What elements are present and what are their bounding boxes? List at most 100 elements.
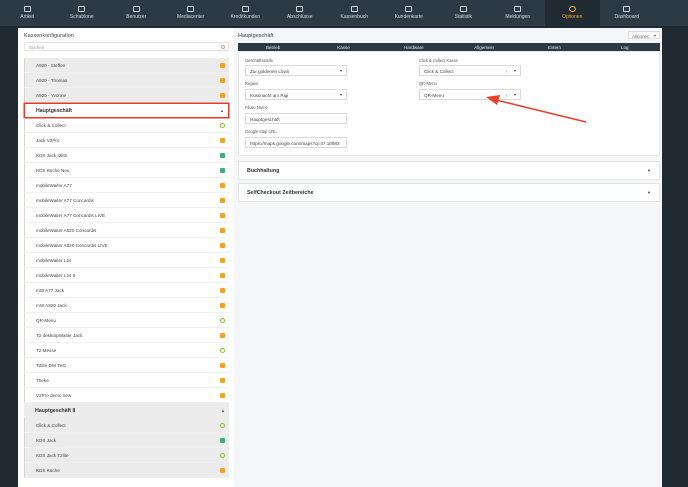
chevron-down-icon bbox=[340, 94, 342, 96]
box-icon bbox=[23, 6, 31, 12]
list-item[interactable]: mobileWaiter A920 Concardis bbox=[24, 223, 229, 238]
list-item-label: mW A920 Jack bbox=[36, 302, 67, 308]
search-icon bbox=[221, 45, 225, 49]
nav-item-4[interactable]: Kreditkunden bbox=[218, 0, 273, 26]
group-label: Hauptgeschäft II bbox=[35, 407, 76, 414]
list-item[interactable]: KDS Küche bbox=[24, 463, 229, 478]
list-item-label: Click & Collect bbox=[36, 122, 66, 128]
list-item[interactable]: mobileWaiter A77 Concardis LIVE bbox=[24, 208, 229, 223]
search-input[interactable]: Suchen bbox=[24, 42, 229, 51]
section-label: Buchhaltung bbox=[247, 167, 280, 174]
clear-icon[interactable]: × bbox=[505, 93, 508, 98]
status-badge-icon bbox=[220, 242, 225, 248]
cashbook-icon bbox=[350, 6, 358, 12]
status-badge-icon bbox=[220, 392, 225, 398]
list-item[interactable]: T2 desktopWaiter Jack bbox=[24, 328, 229, 343]
chevron-up-icon: ▲ bbox=[221, 408, 225, 413]
nav-item-11[interactable]: Dashboard bbox=[600, 0, 655, 26]
nav-item-2[interactable]: Benutzer bbox=[109, 0, 164, 26]
list-item[interactable]: KDS Jack T2lite bbox=[24, 448, 229, 463]
group-header[interactable]: Hauptgeschäft II ▲ bbox=[24, 403, 229, 418]
section-selfcheckout[interactable]: SelfCheckout Zeitbereiche ▼ bbox=[238, 183, 660, 202]
tab-4[interactable]: Extern bbox=[519, 43, 589, 51]
status-badge-icon bbox=[220, 167, 225, 173]
nav-item-1[interactable]: Schablone bbox=[55, 0, 110, 26]
clear-icon[interactable]: × bbox=[505, 69, 508, 74]
nav-item-label: Kundenkarte bbox=[394, 14, 423, 20]
cc-kasse-select[interactable]: Click & Collect × bbox=[419, 65, 521, 76]
list-item-label: mobileWaiter A77 Concardis bbox=[36, 197, 94, 203]
nav-item-5[interactable]: Abschlüsse bbox=[273, 0, 328, 26]
list-item[interactable]: mW A920 Jack bbox=[24, 298, 229, 313]
actions-select-value: Aktionen bbox=[632, 33, 650, 39]
tab-1[interactable]: Kasse bbox=[308, 43, 378, 51]
tab-5[interactable]: Log bbox=[590, 43, 660, 51]
list-item[interactable]: Click & Collect bbox=[24, 118, 229, 133]
list-item[interactable]: Theke bbox=[24, 373, 229, 388]
list-item[interactable]: A920 - Steffen bbox=[24, 58, 229, 73]
tab-bar: Betrieb Kasse Hardware Allgemein Extern Log bbox=[238, 43, 660, 51]
list-item[interactable]: mobileWaiter L2s bbox=[24, 253, 229, 268]
tab-3[interactable]: Allgemein bbox=[449, 43, 519, 51]
list-item[interactable]: KDS Küche Neu bbox=[24, 163, 229, 178]
status-badge-icon bbox=[220, 92, 225, 98]
list-item[interactable]: mobileWaiter L2s II bbox=[24, 268, 229, 283]
region-select[interactable]: Küssnacht am Rigi bbox=[245, 89, 347, 100]
tab-2[interactable]: Hardware bbox=[379, 43, 449, 51]
media-icon bbox=[187, 6, 195, 12]
list-item-label: KDS Jack bbox=[36, 437, 57, 443]
search-placeholder: Suchen bbox=[29, 45, 45, 50]
list-item[interactable]: mobileWaiter A77 Concardis bbox=[24, 193, 229, 208]
list-item[interactable]: A920 - Thomas bbox=[24, 73, 229, 88]
list-item[interactable]: T2 Messe bbox=[24, 343, 229, 358]
geschaeftsstelle-select[interactable]: Zur goldenen Löwn bbox=[245, 65, 347, 76]
users-icon bbox=[132, 6, 140, 12]
nav-item-label: Kreditkunden bbox=[230, 14, 260, 20]
nav-item-7[interactable]: Kundenkarte bbox=[382, 0, 437, 26]
credit-icon bbox=[241, 6, 249, 12]
list-item[interactable]: T2lite DW Test bbox=[24, 358, 229, 373]
group-header[interactable]: Hauptgeschäft ▲ bbox=[24, 103, 229, 118]
actions-select[interactable]: Aktionen bbox=[628, 31, 660, 39]
list-item-label: mobileWaiter L2s II bbox=[36, 272, 76, 278]
nav-item-0[interactable]: Artikel bbox=[0, 0, 55, 26]
app-frame: Kassenkonfiguration Suchen A920 - Steffe… bbox=[18, 28, 662, 487]
nav-item-3[interactable]: Mediacenter bbox=[164, 0, 219, 26]
list-item-label: KDS Küche bbox=[36, 467, 60, 473]
list-item[interactable]: Jack V2Pro bbox=[24, 133, 229, 148]
list-item[interactable]: QR-Menu bbox=[24, 313, 229, 328]
qr-menu-value: QR-Menu bbox=[424, 93, 444, 98]
list-item[interactable]: KDS Jack t2lite bbox=[24, 148, 229, 163]
list-item[interactable]: KDS Jack bbox=[24, 433, 229, 448]
nav-item-9[interactable]: Meldungen bbox=[491, 0, 546, 26]
list-item[interactable]: A920 - Yvonne bbox=[24, 88, 229, 103]
tab-0[interactable]: Betrieb bbox=[238, 43, 308, 51]
list-item[interactable]: V2Pro demo new bbox=[24, 388, 229, 403]
status-badge-icon bbox=[220, 377, 225, 383]
list-item[interactable]: mW A77 Jack bbox=[24, 283, 229, 298]
list-item-label: mW A77 Jack bbox=[36, 287, 65, 293]
geschaeftsstelle-value: Zur goldenen Löwn bbox=[250, 69, 290, 74]
filiale-input[interactable]: Hauptgeschäft bbox=[245, 113, 347, 124]
list-item[interactable]: mobileWaiter A920 Concardis LIVE bbox=[24, 238, 229, 253]
page-title: Hauptgeschäft bbox=[238, 33, 274, 39]
filiale-label: Filiale Name bbox=[245, 105, 268, 110]
chevron-down-icon bbox=[514, 70, 516, 72]
list-item-label: Theke bbox=[36, 377, 49, 383]
nav-item-10[interactable]: Optionen bbox=[545, 0, 600, 26]
status-badge-icon bbox=[220, 437, 225, 443]
qr-menu-select[interactable]: QR-Menu × bbox=[419, 89, 521, 100]
list-item[interactable]: Click & Collect bbox=[24, 418, 229, 433]
section-buchhaltung[interactable]: Buchhaltung ▼ bbox=[238, 161, 660, 180]
gear-icon bbox=[568, 6, 576, 12]
region-value: Küssnacht am Rigi bbox=[250, 93, 289, 98]
filiale-value: Hauptgeschäft bbox=[250, 117, 280, 122]
template-icon bbox=[78, 6, 86, 12]
gmap-input[interactable]: https://maps.google.com/maps?q=47.10982 bbox=[245, 137, 347, 148]
status-badge-icon bbox=[220, 152, 225, 158]
list-item[interactable]: mobileWaiter A77 bbox=[24, 178, 229, 193]
chevron-down-icon bbox=[514, 94, 516, 96]
list-item-label: mobileWaiter A920 Concardis bbox=[36, 227, 97, 233]
nav-item-6[interactable]: Kassenbuch bbox=[327, 0, 382, 26]
nav-item-8[interactable]: Statistik bbox=[436, 0, 491, 26]
